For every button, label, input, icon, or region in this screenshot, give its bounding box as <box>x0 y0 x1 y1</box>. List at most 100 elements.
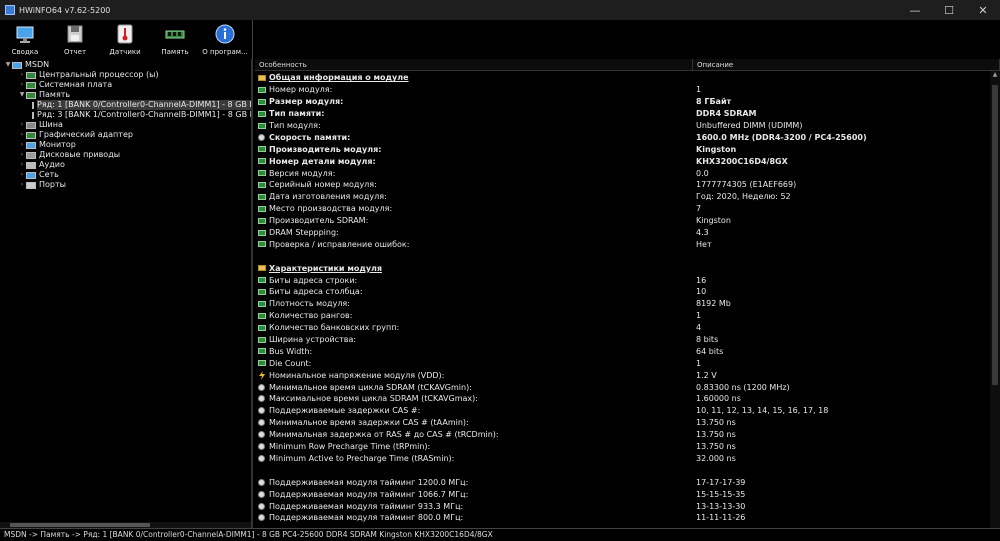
sensors-button[interactable]: Датчики <box>100 20 150 60</box>
property-row[interactable]: Поддерживаемая модуля тайминг 933.3 МГц:… <box>255 500 990 512</box>
property-row[interactable] <box>255 464 990 476</box>
expand-arrow-icon[interactable]: › <box>18 80 26 90</box>
property-row[interactable]: Тип памяти: DDR4 SDRAM <box>255 108 990 120</box>
property-row[interactable]: Количество банковских групп: 4 <box>255 322 990 334</box>
expand-arrow-icon[interactable]: › <box>18 120 26 130</box>
property-row[interactable]: Проверка / исправление ошибок: Нет <box>255 238 990 250</box>
scrollbar-thumb[interactable] <box>10 523 150 527</box>
tree-item-label: Сеть <box>39 170 59 179</box>
expand-arrow-icon[interactable]: › <box>18 140 26 150</box>
expand-arrow-icon[interactable]: › <box>18 130 26 140</box>
expand-arrow-icon[interactable]: › <box>18 150 26 160</box>
property-row[interactable]: Плотность модуля: 8192 Mb <box>255 298 990 310</box>
collapse-arrow-icon[interactable]: ▼ <box>4 60 12 70</box>
property-row[interactable]: Минимальное время задержки CAS # (tAAmin… <box>255 417 990 429</box>
property-row[interactable]: Версия модуля: 0.0 <box>255 167 990 179</box>
close-button[interactable]: ✕ <box>966 0 1000 20</box>
property-row[interactable]: Производитель SDRAM: Kingston <box>255 215 990 227</box>
property-row[interactable]: Minimum Row Precharge Time (tRPmin): 13.7… <box>255 441 990 453</box>
lightning-icon <box>258 371 266 381</box>
tree-item[interactable]: ▼ MSDN <box>0 60 251 70</box>
tree-item[interactable]: › Монитор <box>0 140 251 150</box>
tree-item[interactable]: › Сеть <box>0 170 251 180</box>
property-row[interactable]: Ширина устройства: 8 bits <box>255 334 990 346</box>
save-icon <box>64 23 86 45</box>
tree-item[interactable]: ▼ Память <box>0 90 251 100</box>
property-name: Производитель модуля: <box>269 144 382 154</box>
tree-item[interactable]: › Порты <box>0 180 251 190</box>
tree-item[interactable]: Ряд: 3 [BANK 1/Controller0-ChannelB-DIMM… <box>0 110 251 120</box>
about-button[interactable]: О програм... <box>200 20 250 60</box>
tree-item[interactable]: Ряд: 1 [BANK 0/Controller0-ChannelA-DIMM… <box>0 100 251 110</box>
property-name: Поддерживаемая модуля тайминг 1200.0 МГц… <box>269 477 469 487</box>
dimm-icon <box>32 101 34 109</box>
memory-chip-icon <box>258 277 266 284</box>
scrollbar-thumb[interactable] <box>992 85 998 385</box>
expand-arrow-icon[interactable]: › <box>18 70 26 80</box>
property-row[interactable]: Номер модуля: 1 <box>255 84 990 96</box>
property-row[interactable]: Тип модуля: Unbuffered DIMM (UDIMM) <box>255 120 990 132</box>
property-row[interactable]: Поддерживаемые задержки CAS #: 10, 11, 12… <box>255 405 990 417</box>
maximize-button[interactable]: ☐ <box>932 0 966 20</box>
device-tree[interactable]: ▼ MSDN › Центральный процессор (ы) › Системна… <box>0 59 253 528</box>
memory-button[interactable]: Память <box>150 20 200 60</box>
property-value: 10, 11, 12, 13, 14, 15, 16, 17, 18 <box>696 406 829 416</box>
property-row[interactable] <box>255 250 990 262</box>
scroll-up-arrow-icon[interactable]: ▲ <box>990 71 1000 81</box>
column-header-description[interactable]: Описание <box>693 59 1000 70</box>
property-row[interactable]: Количество рангов: 1 <box>255 310 990 322</box>
summary-button[interactable]: Сводка <box>0 20 50 60</box>
property-row[interactable]: Размер модуля: 8 ГБайт <box>255 96 990 108</box>
tree-item[interactable]: › Шина <box>0 120 251 130</box>
property-row[interactable]: Номинальное напряжение модуля (VDD): 1.2 … <box>255 369 990 381</box>
property-row[interactable]: Номер детали модуля: KHX3200C16D4/8GX <box>255 155 990 167</box>
property-name: Размер модуля: <box>269 97 344 107</box>
tree-item[interactable]: › Дисковые приводы <box>0 150 251 160</box>
property-name: Bus Width: <box>269 346 313 356</box>
property-row[interactable]: DRAM Steppping: 4.3 <box>255 227 990 239</box>
expand-arrow-icon[interactable]: › <box>18 160 26 170</box>
property-row[interactable]: Биты адреса столбца: 10 <box>255 286 990 298</box>
expand-arrow-icon[interactable]: › <box>18 180 26 190</box>
property-row[interactable]: Минимальное время цикла SDRAM (tCKAVGmin… <box>255 381 990 393</box>
property-row[interactable]: Максимальное время цикла SDRAM (tCKAVGma… <box>255 393 990 405</box>
tree-item[interactable]: › Центральный процессор (ы) <box>0 70 251 80</box>
tree-item[interactable]: › Аудио <box>0 160 251 170</box>
memory-chip-icon <box>258 217 266 224</box>
property-value: Год: 2020, Неделю: 52 <box>696 192 791 202</box>
property-row[interactable]: Производитель модуля: Kingston <box>255 143 990 155</box>
tree-item[interactable]: › Графический адаптер <box>0 130 251 140</box>
property-row[interactable]: Скорость памяти: 1600.0 MHz (DDR4-3200 / … <box>255 131 990 143</box>
section-header[interactable]: Характеристики модуля <box>255 262 990 274</box>
minimize-button[interactable]: — <box>898 0 932 20</box>
property-row[interactable]: Поддерживаемая модуля тайминг 1066.7 МГц… <box>255 488 990 500</box>
property-name: Количество банковских групп: <box>269 323 400 333</box>
property-row[interactable]: Дата изготовления модуля: Год: 2020, Неде… <box>255 191 990 203</box>
property-value: 16 <box>696 275 707 285</box>
property-value: Нет <box>696 239 712 249</box>
property-row[interactable]: Поддерживаемая модуля тайминг 1200.0 МГц… <box>255 476 990 488</box>
tree-item[interactable]: › Системная плата <box>0 80 251 90</box>
collapse-arrow-icon[interactable]: ▼ <box>18 90 26 100</box>
thermometer-icon <box>114 23 136 45</box>
property-row[interactable]: Минимальная задержка от RAS # до CAS # (… <box>255 429 990 441</box>
property-row[interactable]: Поддерживаемая модуля тайминг 800.0 МГц:… <box>255 512 990 524</box>
property-name: DRAM Steppping: <box>269 228 339 238</box>
column-header-feature[interactable]: Особенность <box>255 59 693 70</box>
expand-arrow-icon[interactable]: › <box>18 170 26 180</box>
property-row[interactable]: Die Count: 1 <box>255 357 990 369</box>
info-icon <box>214 23 236 45</box>
summary-label: Сводка <box>11 48 39 56</box>
report-button[interactable]: Отчет <box>50 20 100 60</box>
property-row[interactable]: Bus Width: 64 bits <box>255 345 990 357</box>
property-row[interactable]: Minimum Active to Precharge Time (tRASmi… <box>255 453 990 465</box>
property-row[interactable]: Серийный номер модуля: 1777774305 (E1AEF6… <box>255 179 990 191</box>
property-value: 0.0 <box>696 168 709 178</box>
memory-label: Память <box>161 48 189 56</box>
cpu-icon <box>26 71 36 79</box>
section-header[interactable]: Общая информация о модуле <box>255 72 990 84</box>
property-value: 8 ГБайт <box>696 97 732 107</box>
property-row[interactable]: Место производства модуля: 7 <box>255 203 990 215</box>
property-value: 1.60000 ns <box>696 394 741 404</box>
property-row[interactable]: Биты адреса строки: 16 <box>255 274 990 286</box>
